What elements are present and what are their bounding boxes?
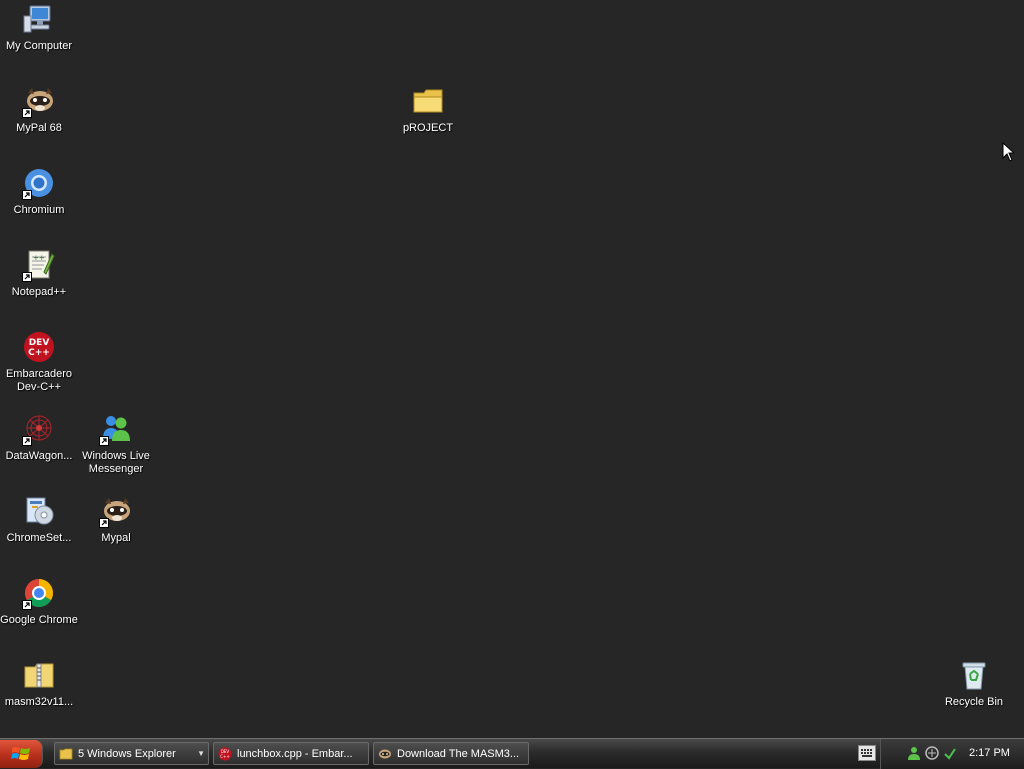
shortcut-arrow-icon bbox=[22, 190, 32, 200]
desktop-icon-label: Mypal bbox=[101, 532, 131, 544]
desktop-icon-label: Recycle Bin bbox=[944, 696, 1004, 708]
desktop-icon-label: MyPal 68 bbox=[16, 122, 62, 134]
shortcut-arrow-icon bbox=[22, 600, 32, 610]
desktop-icon-chromeset[interactable]: ChromeSet... bbox=[0, 494, 78, 545]
taskbar-button-windows-explorer[interactable]: 5 Windows Explorer ▼ bbox=[54, 742, 209, 765]
mypal-icon bbox=[99, 494, 133, 528]
windows-logo-icon bbox=[11, 747, 30, 760]
taskbar-button-mypal[interactable]: Download The MASM3... bbox=[373, 742, 529, 765]
desktop-icon-notepadpp[interactable]: ++ Notepad++ bbox=[0, 248, 78, 299]
taskbar-button-label: Download The MASM3... bbox=[397, 747, 520, 760]
desktop-icon-label: masm32v11... bbox=[4, 696, 74, 708]
start-button[interactable] bbox=[0, 740, 43, 768]
desktop-icon-label: Google Chrome bbox=[0, 614, 78, 626]
taskbar-button-label: 5 Windows Explorer bbox=[78, 747, 176, 760]
desktop-icon-label: Chromium bbox=[13, 204, 65, 216]
sync-icon[interactable] bbox=[943, 746, 957, 760]
desktop-icon-label: Notepad++ bbox=[11, 286, 67, 298]
desktop-icon-devcpp[interactable]: DEV C++ Embarcadero Dev-C++ bbox=[0, 330, 78, 394]
recycle-bin-icon bbox=[957, 658, 991, 692]
folder-icon bbox=[411, 84, 445, 118]
desktop-icon-mypal-68[interactable]: MyPal 68 bbox=[0, 84, 78, 135]
desktop-icon-label: ChromeSet... bbox=[6, 532, 72, 544]
clock[interactable]: 2:17 PM bbox=[969, 747, 1010, 759]
desktop-icon-datawagon[interactable]: DataWagon... bbox=[0, 412, 78, 463]
notepadpp-icon: ++ bbox=[22, 248, 56, 282]
keyboard-icon[interactable] bbox=[858, 745, 876, 761]
mypal-icon bbox=[379, 749, 391, 758]
svg-text:DEV: DEV bbox=[29, 338, 50, 348]
svg-text:C++: C++ bbox=[220, 754, 230, 759]
desktop-icon-label: DataWagon... bbox=[5, 450, 73, 462]
shortcut-arrow-icon bbox=[99, 436, 109, 446]
group-dropdown-arrow-icon[interactable]: ▼ bbox=[197, 749, 205, 758]
desktop-icon-windows-live-messenger[interactable]: Windows Live Messenger bbox=[77, 412, 155, 476]
network-icon[interactable] bbox=[925, 746, 939, 760]
shortcut-arrow-icon bbox=[22, 272, 32, 282]
zip-folder-icon bbox=[22, 658, 56, 692]
desktop-icon-mypal[interactable]: Mypal bbox=[77, 494, 155, 545]
devcpp-icon: DEVC++ bbox=[218, 747, 232, 760]
desktop-icon-label: My Computer bbox=[5, 40, 73, 52]
devcpp-icon: DEVC++ bbox=[22, 330, 56, 364]
desktop-icon-label: Embarcadero Dev-C++ bbox=[5, 368, 73, 393]
mouse-cursor-icon bbox=[1002, 142, 1014, 162]
desktop-icon-masm32[interactable]: masm32v11... bbox=[0, 658, 78, 709]
shortcut-arrow-icon bbox=[22, 436, 32, 446]
taskbar-button-label: lunchbox.cpp - Embar... bbox=[237, 747, 353, 760]
desktop-icon-project-folder[interactable]: pROJECT bbox=[389, 84, 467, 135]
chromium-icon bbox=[22, 166, 56, 200]
desktop-icon-google-chrome[interactable]: Google Chrome bbox=[0, 576, 78, 627]
chrome-icon bbox=[22, 576, 56, 610]
desktop-icon-label: Windows Live Messenger bbox=[82, 450, 150, 475]
taskbar-button-devcpp[interactable]: DEV C++ lunchbox.cpp - Embar... bbox=[213, 742, 369, 765]
messenger-icon bbox=[99, 412, 133, 446]
shortcut-arrow-icon bbox=[22, 108, 32, 118]
desktop-icon-label: pROJECT bbox=[402, 122, 454, 134]
svg-text:C++: C++ bbox=[28, 348, 50, 358]
datawagon-icon bbox=[22, 412, 56, 446]
mypal-icon bbox=[22, 84, 56, 118]
messenger-status-icon[interactable] bbox=[907, 746, 921, 760]
svg-text:++: ++ bbox=[33, 254, 45, 262]
taskbar: 5 Windows Explorer ▼ DEV C++ lunchbox.cpp… bbox=[0, 738, 1024, 769]
desktop-icon-chromium[interactable]: Chromium bbox=[0, 166, 78, 217]
computer-icon bbox=[22, 2, 56, 36]
desktop-icon-recycle-bin[interactable]: Recycle Bin bbox=[935, 658, 1013, 709]
installer-icon bbox=[22, 494, 56, 528]
shortcut-arrow-icon bbox=[99, 518, 109, 528]
folder-icon bbox=[59, 748, 73, 759]
system-tray: 2:17 PM bbox=[880, 739, 1024, 769]
desktop-icon-my-computer[interactable]: My Computer bbox=[0, 2, 78, 53]
